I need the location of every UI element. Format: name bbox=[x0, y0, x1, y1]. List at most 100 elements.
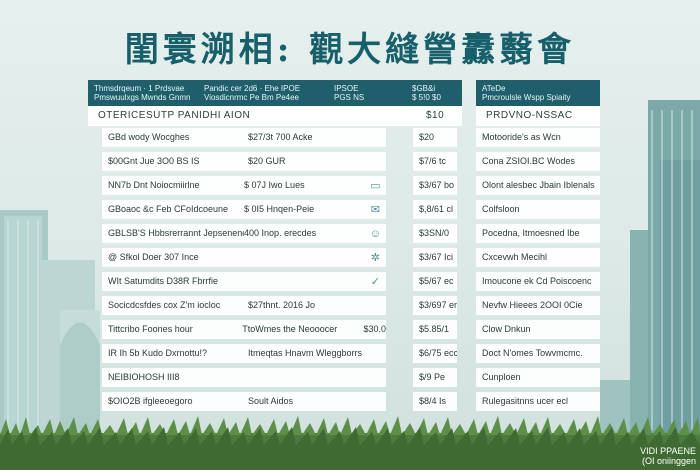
item-price: $6/75 ecc bbox=[419, 348, 457, 358]
item-name: $OIO2B ifgleeoegoro bbox=[108, 396, 193, 406]
list-item: $7/6 tc bbox=[413, 152, 457, 171]
item-name: Cunploen bbox=[482, 372, 521, 382]
list-item: $20 bbox=[413, 128, 457, 147]
list-item: Olont alesbec Jbain Iblenals bbox=[476, 176, 600, 195]
page-title: 閨寰溯相: 觀大縫謍纛蘙會 bbox=[124, 30, 576, 70]
item-price: 400 Inop. erecdes bbox=[244, 228, 317, 238]
header-text: Pandic cer 2d6 · Ehe IPOE bbox=[204, 84, 301, 93]
item-price: $7/6 tc bbox=[419, 156, 447, 166]
list-item: $/9 Pe bbox=[413, 368, 457, 387]
list-item: $3SN/0 bbox=[413, 224, 457, 243]
list-item: $8/4 Is bbox=[413, 392, 457, 411]
item-name: $00Gnt Jue 3O0 BS IS bbox=[108, 156, 200, 166]
list-item: @ Sfkol Doer 307 Ince ✲ bbox=[102, 248, 386, 267]
left-price-panel: Thmsdrqeum · 1 Prdsvae Pmswuulxgs Mwnds … bbox=[88, 80, 408, 126]
list-item: GBoaoc &c Feb CFoIdcoeune $ 0I5 Hnqen-Pei… bbox=[102, 200, 386, 219]
list-item: $,8/61 cl bbox=[413, 200, 457, 219]
list-item: $OIO2B ifgleeoegoro Soult Aidos bbox=[102, 392, 386, 411]
item-price: $/9 Pe bbox=[419, 372, 446, 382]
right-panel-header: ATeDe Pmcroulsle Wspp Spiaity bbox=[476, 80, 600, 106]
list-item: Tittcribo Foones hour TtoWmes the Neoooce… bbox=[102, 320, 386, 339]
item-name: WIt Satumdits D38R Fbrrfie bbox=[108, 276, 219, 286]
mid-panel-header: $GB&i $ 5!0 $0 bbox=[408, 80, 462, 106]
item-price: $20 bbox=[419, 132, 435, 142]
item-price: $5/67 ec bbox=[419, 276, 454, 286]
header-text: Thmsdrqeum · 1 Prdsvae bbox=[94, 84, 185, 93]
watermark-line: (OI oniinggen bbox=[641, 456, 696, 466]
list-item: Rulegasitnns ucer ecl bbox=[476, 392, 600, 411]
item-price: $3/67 Ici bbox=[419, 252, 454, 262]
list-item: Cona ZSIOI.BC Wodes bbox=[476, 152, 600, 171]
list-item: Colfsloon bbox=[476, 200, 600, 219]
item-name: NN7b Dnt Noiocmiirlne bbox=[108, 180, 200, 190]
header-text: Pmcroulsle Wspp Spiaity bbox=[482, 93, 571, 102]
item-amount: $30.0 bbox=[363, 324, 386, 334]
list-item: $3/697 er bbox=[413, 296, 457, 315]
item-name: @ Sfkol Doer 307 Ince bbox=[108, 252, 199, 262]
list-item: Motooride's as Wcn bbox=[476, 128, 600, 147]
header-text: Viosdicnrmc Pe Bm Pe4ee bbox=[204, 93, 300, 102]
list-item: GBd wody Wocghes $27/3t 700 Acke bbox=[102, 128, 386, 147]
item-name: Imoucone ek Cd Poiscoenc bbox=[482, 276, 592, 286]
item-price: Soult Aidos bbox=[248, 396, 294, 406]
item-price: $ 07J Iwo Lues bbox=[244, 180, 305, 190]
item-name: Motooride's as Wcn bbox=[482, 132, 561, 142]
list-item: Doct N'omes Towvmcmc. bbox=[476, 344, 600, 363]
envelope-icon: ✉ bbox=[370, 203, 380, 216]
mid-price-panel: $GB&i $ 5!0 $0 $10 bbox=[408, 80, 462, 126]
list-item: Pocedna, Itmoesned Ibe bbox=[476, 224, 600, 243]
item-price: $8/4 Is bbox=[419, 396, 447, 406]
item-name: GBd wody Wocghes bbox=[108, 132, 190, 142]
item-name: Nevfw Hieees 2OOI 0Cie bbox=[482, 300, 583, 310]
slider-icon: ▭ bbox=[370, 179, 381, 192]
item-price: TtoWmes the Neooocer bbox=[242, 324, 338, 334]
item-price: $,8/61 cl bbox=[419, 204, 454, 214]
item-price: $ 0I5 Hnqen-Peie bbox=[244, 204, 315, 214]
item-name: Doct N'omes Towvmcmc. bbox=[482, 348, 583, 358]
list-item: $6/75 ecc bbox=[413, 344, 457, 363]
list-item: WIt Satumdits D38R Fbrrfie ✓ bbox=[102, 272, 386, 291]
item-price: $20 GUR bbox=[248, 156, 286, 166]
item-name: GBLSB'S Hbbsrerrannt Jepsenenc bbox=[108, 228, 245, 238]
item-price: Itmeqtas Hnavm Wleggborrs bbox=[248, 348, 363, 358]
list-item: Clow Dnkun bbox=[476, 320, 600, 339]
right-panel: ATeDe Pmcroulsle Wspp Spiaity PRDVNO-NSS… bbox=[476, 80, 600, 126]
item-name: Colfsloon bbox=[482, 204, 520, 214]
list-item: Cunploen bbox=[476, 368, 600, 387]
list-item: NN7b Dnt Noiocmiirlne $ 07J Iwo Lues ▭ bbox=[102, 176, 386, 195]
item-name: GBoaoc &c Feb CFoIdcoeune bbox=[108, 204, 229, 214]
header-text: ATeDe bbox=[482, 84, 506, 93]
list-item: Socicdcsfdes cox Z'm iocloc $27thnt. 2016… bbox=[102, 296, 386, 315]
item-name: Cxcevwh Mecihl bbox=[482, 252, 548, 262]
header-text: $ 5!0 $0 bbox=[412, 93, 441, 102]
item-name: Tittcribo Foones hour bbox=[108, 324, 193, 334]
list-item: $3/67 bo bbox=[413, 176, 457, 195]
item-price: $3/697 er bbox=[419, 300, 457, 310]
gear-icon: ✲ bbox=[370, 251, 380, 264]
item-price: $5.85/1 bbox=[419, 324, 450, 334]
header-text: Pmswuulxgs Mwnds Gnmn bbox=[94, 93, 191, 102]
people-icon: ☺ bbox=[369, 227, 381, 240]
list-item: Nevfw Hieees 2OOI 0Cie bbox=[476, 296, 600, 315]
item-name: Olont alesbec Jbain Iblenals bbox=[482, 180, 595, 190]
item-name: Rulegasitnns ucer ecl bbox=[482, 396, 569, 406]
item-price: $27thnt. 2016 Jo bbox=[248, 300, 316, 310]
header-text: $GB&i bbox=[412, 84, 436, 93]
right-rows: Motooride's as Wcn Cona ZSIOI.BC Wodes O… bbox=[476, 123, 600, 411]
item-name: NEIBIOHOSH III8 bbox=[108, 372, 180, 382]
header-text: PGS NS bbox=[334, 93, 365, 102]
left-rows: GBd wody Wocghes $27/3t 700 Acke $00Gnt J… bbox=[102, 123, 386, 411]
list-item: $5.85/1 bbox=[413, 320, 457, 339]
item-name: Clow Dnkun bbox=[482, 324, 531, 334]
list-item: $5/67 ec bbox=[413, 272, 457, 291]
left-panel-header: Thmsdrqeum · 1 Prdsvae Pmswuulxgs Mwnds … bbox=[88, 80, 408, 106]
header-text: IPSOE bbox=[334, 84, 359, 93]
watermark-line: VIDI PPAENE bbox=[640, 446, 696, 456]
list-item: Cxcevwh Mecihl bbox=[476, 248, 600, 267]
item-name: Cona ZSIOI.BC Wodes bbox=[482, 156, 575, 166]
list-item: NEIBIOHOSH III8 bbox=[102, 368, 386, 387]
mid-rows: $20 $7/6 tc $3/67 bo $,8/61 cl $3SN/0 $3… bbox=[413, 123, 457, 411]
grass-foreground bbox=[0, 416, 700, 470]
check-icon: ✓ bbox=[370, 275, 380, 288]
item-name: IR Ih 5b Kudo Dxrnottu!? bbox=[108, 348, 208, 358]
